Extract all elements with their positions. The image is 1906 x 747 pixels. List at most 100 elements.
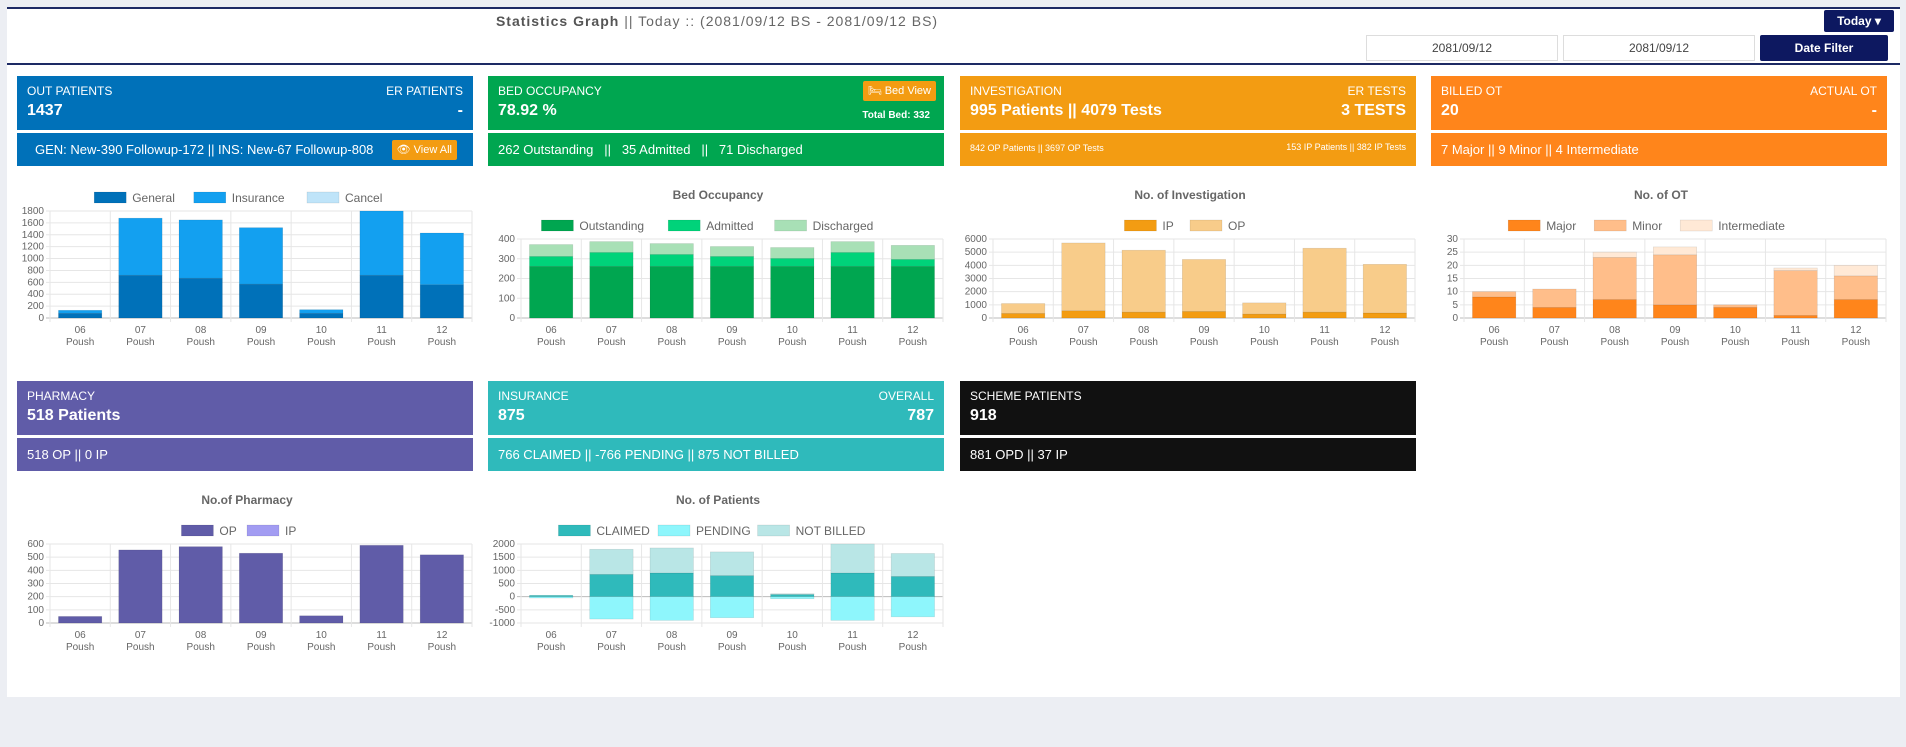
bar-pending-4[interactable]	[770, 596, 815, 600]
bar-major-3[interactable]	[1652, 304, 1698, 319]
bar-admitted-2[interactable]	[649, 254, 694, 267]
today-dropdown-button[interactable]: Today ▾	[1824, 10, 1894, 32]
legend-swatch-intermediate[interactable]	[1679, 219, 1713, 232]
bar-outstanding-6[interactable]	[890, 265, 935, 319]
bar-discharged-6[interactable]	[890, 245, 935, 260]
bar-not-billed-4[interactable]	[770, 593, 815, 595]
bar-op-4[interactable]	[299, 615, 344, 624]
bar-outstanding-1[interactable]	[589, 265, 634, 319]
bar-insurance-1[interactable]	[118, 217, 163, 276]
bar-claimed-1[interactable]	[589, 573, 634, 597]
legend-swatch-general[interactable]	[93, 191, 127, 204]
legend-swatch-pending[interactable]	[657, 524, 691, 537]
date-to-input[interactable]	[1563, 35, 1755, 61]
bar-ip-6[interactable]	[1362, 312, 1407, 319]
legend-swatch-insurance[interactable]	[193, 191, 227, 204]
bar-intermediate-5[interactable]	[1773, 267, 1818, 271]
bar-not-billed-6[interactable]	[890, 553, 935, 577]
bar-admitted-5[interactable]	[830, 252, 875, 267]
legend-swatch-admitted[interactable]	[667, 219, 701, 232]
legend-swatch-claimed[interactable]	[558, 524, 591, 537]
bar-ip-0[interactable]	[1001, 313, 1046, 319]
bar-op-5[interactable]	[359, 545, 404, 624]
bar-claimed-2[interactable]	[649, 572, 694, 597]
bar-general-4[interactable]	[299, 312, 344, 319]
bar-intermediate-3[interactable]	[1652, 246, 1698, 256]
bar-discharged-3[interactable]	[709, 246, 755, 257]
bar-op-2[interactable]	[178, 546, 223, 624]
bar-pending-2[interactable]	[649, 596, 694, 621]
legend-swatch-outstanding[interactable]	[541, 219, 574, 232]
legend-swatch-ip[interactable]	[1124, 219, 1157, 232]
legend-swatch-op[interactable]	[181, 524, 214, 537]
bar-major-0[interactable]	[1472, 296, 1517, 319]
bar-admitted-1[interactable]	[589, 252, 634, 267]
bar-op-3[interactable]	[1181, 259, 1227, 312]
bar-pending-1[interactable]	[589, 596, 634, 620]
bar-insurance-0[interactable]	[58, 309, 103, 314]
legend-swatch-ip[interactable]	[246, 524, 280, 537]
bar-insurance-2[interactable]	[178, 219, 223, 279]
legend-swatch-not-billed[interactable]	[757, 524, 790, 537]
bar-outstanding-5[interactable]	[830, 265, 875, 319]
bed-view-button[interactable]: 🛏 Bed View	[862, 81, 936, 101]
bar-not-billed-3[interactable]	[709, 551, 755, 576]
bar-discharged-0[interactable]	[529, 244, 574, 257]
date-from-input[interactable]	[1366, 35, 1558, 61]
bar-pending-5[interactable]	[830, 596, 875, 621]
bar-claimed-6[interactable]	[890, 576, 935, 597]
bar-pending-3[interactable]	[709, 596, 755, 619]
bar-op-5[interactable]	[1302, 247, 1347, 313]
bar-admitted-3[interactable]	[709, 256, 755, 267]
bar-outstanding-4[interactable]	[770, 265, 815, 319]
bar-major-5[interactable]	[1773, 315, 1818, 319]
bar-general-3[interactable]	[238, 283, 284, 319]
bar-claimed-5[interactable]	[830, 572, 875, 597]
bar-minor-2[interactable]	[1592, 257, 1637, 300]
bar-general-6[interactable]	[419, 284, 464, 319]
bar-discharged-4[interactable]	[770, 247, 815, 259]
bar-intermediate-6[interactable]	[1833, 265, 1878, 277]
bar-ip-4[interactable]	[1242, 313, 1287, 319]
legend-swatch-op[interactable]	[1189, 219, 1223, 232]
bar-minor-6[interactable]	[1833, 275, 1878, 300]
bar-insurance-3[interactable]	[238, 227, 284, 285]
bar-discharged-2[interactable]	[649, 243, 694, 255]
bar-minor-1[interactable]	[1532, 288, 1577, 308]
bar-op-6[interactable]	[419, 554, 464, 624]
bar-op-3[interactable]	[238, 552, 284, 624]
bar-insurance-6[interactable]	[419, 232, 464, 286]
bar-outstanding-2[interactable]	[649, 265, 694, 319]
bar-claimed-3[interactable]	[709, 575, 755, 597]
legend-swatch-major[interactable]	[1507, 219, 1541, 232]
bar-admitted-4[interactable]	[770, 258, 815, 267]
bar-not-billed-2[interactable]	[649, 547, 694, 574]
bar-op-1[interactable]	[1061, 242, 1106, 312]
bar-discharged-5[interactable]	[830, 241, 875, 253]
bar-ip-3[interactable]	[1181, 311, 1227, 319]
bar-major-6[interactable]	[1833, 299, 1878, 319]
bar-op-2[interactable]	[1121, 249, 1166, 313]
bar-ip-5[interactable]	[1302, 311, 1347, 319]
bar-pending-0[interactable]	[529, 596, 574, 599]
bar-admitted-0[interactable]	[529, 256, 574, 267]
bar-general-5[interactable]	[359, 274, 404, 319]
bar-outstanding-3[interactable]	[709, 265, 755, 319]
bar-minor-0[interactable]	[1472, 291, 1517, 298]
legend-swatch-cancel[interactable]	[306, 191, 340, 204]
legend-swatch-discharged[interactable]	[774, 219, 807, 232]
bar-not-billed-1[interactable]	[589, 548, 634, 575]
bar-pending-6[interactable]	[890, 596, 935, 618]
view-all-button[interactable]: 👁 View All	[391, 140, 457, 160]
bar-major-2[interactable]	[1592, 299, 1637, 319]
bar-general-2[interactable]	[178, 277, 223, 319]
bar-general-0[interactable]	[58, 312, 103, 319]
legend-swatch-minor[interactable]	[1593, 219, 1627, 232]
bar-outstanding-0[interactable]	[529, 265, 574, 319]
bar-insurance-5[interactable]	[359, 210, 404, 276]
bar-major-4[interactable]	[1713, 307, 1758, 319]
bar-minor-4[interactable]	[1713, 304, 1758, 308]
bar-insurance-4[interactable]	[299, 309, 344, 314]
bar-intermediate-2[interactable]	[1592, 251, 1637, 258]
bar-discharged-1[interactable]	[589, 241, 634, 253]
